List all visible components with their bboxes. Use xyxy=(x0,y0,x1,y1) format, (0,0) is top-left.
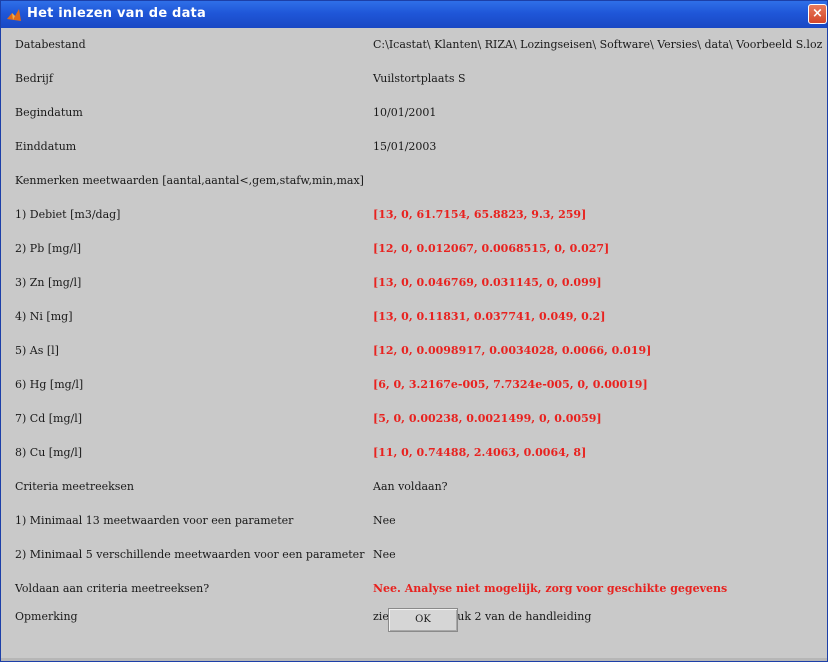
row-value: Aan voldaan? xyxy=(373,480,448,493)
row-kenmerken-header: Kenmerken meetwaarden [aantal,aantal<,ge… xyxy=(1,164,827,198)
row-value: Vuilstortplaats S xyxy=(373,72,466,85)
row-pb: 2) Pb [mg/l] [12, 0, 0.012067, 0.0068515… xyxy=(1,232,827,266)
row-label: 6) Hg [mg/l] xyxy=(15,378,84,391)
ok-button[interactable]: OK xyxy=(388,608,458,632)
title-bar[interactable]: Het inlezen van de data × xyxy=(1,1,827,28)
row-criterium-2: 2) Minimaal 5 verschillende meetwaarden … xyxy=(1,538,827,572)
row-bedrijf: Bedrijf Vuilstortplaats S xyxy=(1,62,827,96)
dialog-bottom-edge xyxy=(1,658,827,661)
row-label: Databestand xyxy=(15,38,86,51)
row-value: Nee xyxy=(373,514,396,527)
row-label: 7) Cd [mg/l] xyxy=(15,412,83,425)
row-criterium-1: 1) Minimaal 13 meetwaarden voor een para… xyxy=(1,504,827,538)
row-label: Begindatum xyxy=(15,106,83,119)
row-label: 1) Debiet [m3/dag] xyxy=(15,208,121,221)
row-label: 2) Minimaal 5 verschillende meetwaarden … xyxy=(15,548,365,561)
row-value: [13, 0, 0.046769, 0.031145, 0, 0.099] xyxy=(373,276,602,289)
row-label: Bedrijf xyxy=(15,72,53,85)
row-as: 5) As [l] [12, 0, 0.0098917, 0.0034028, … xyxy=(1,334,827,368)
row-value: 10/01/2001 xyxy=(373,106,437,119)
row-cd: 7) Cd [mg/l] [5, 0, 0.00238, 0.0021499, … xyxy=(1,402,827,436)
row-criteria-header: Criteria meetreeksen Aan voldaan? xyxy=(1,470,827,504)
close-button[interactable]: × xyxy=(808,4,827,24)
row-value: [11, 0, 0.74488, 2.4063, 0.0064, 8] xyxy=(373,446,587,459)
row-value: Nee xyxy=(373,548,396,561)
row-label: Opmerking xyxy=(15,610,78,623)
row-label: Criteria meetreeksen xyxy=(15,480,135,493)
row-begindatum: Begindatum 10/01/2001 xyxy=(1,96,827,130)
row-cu: 8) Cu [mg/l] [11, 0, 0.74488, 2.4063, 0.… xyxy=(1,436,827,470)
row-value: [5, 0, 0.00238, 0.0021499, 0, 0.0059] xyxy=(373,412,602,425)
row-label: 5) As [l] xyxy=(15,344,59,357)
row-einddatum: Einddatum 15/01/2003 xyxy=(1,130,827,164)
row-label: 1) Minimaal 13 meetwaarden voor een para… xyxy=(15,514,294,527)
window-title: Het inlezen van de data xyxy=(27,6,206,21)
dialog-content: Databestand C:\Icastat\ Klanten\ RIZA\ L… xyxy=(1,28,827,661)
row-zn: 3) Zn [mg/l] [13, 0, 0.046769, 0.031145,… xyxy=(1,266,827,300)
row-value: [12, 0, 0.012067, 0.0068515, 0, 0.027] xyxy=(373,242,610,255)
row-value: 15/01/2003 xyxy=(373,140,437,153)
row-label: Einddatum xyxy=(15,140,77,153)
row-label: Kenmerken meetwaarden [aantal,aantal<,ge… xyxy=(15,174,364,187)
row-value: [13, 0, 0.11831, 0.037741, 0.049, 0.2] xyxy=(373,310,606,323)
row-hg: 6) Hg [mg/l] [6, 0, 3.2167e-005, 7.7324e… xyxy=(1,368,827,402)
row-databestand: Databestand C:\Icastat\ Klanten\ RIZA\ L… xyxy=(1,28,827,62)
row-label: 4) Ni [mg] xyxy=(15,310,73,323)
row-value: [12, 0, 0.0098917, 0.0034028, 0.0066, 0.… xyxy=(373,344,652,357)
row-ni: 4) Ni [mg] [13, 0, 0.11831, 0.037741, 0.… xyxy=(1,300,827,334)
row-value: C:\Icastat\ Klanten\ RIZA\ Lozingseisen\… xyxy=(373,38,823,51)
row-label: 8) Cu [mg/l] xyxy=(15,446,83,459)
matlab-icon xyxy=(7,9,21,21)
row-debiet: 1) Debiet [m3/dag] [13, 0, 61.7154, 65.8… xyxy=(1,198,827,232)
dialog-window: Het inlezen van de data × Databestand C:… xyxy=(0,0,828,662)
row-value: [6, 0, 3.2167e-005, 7.7324e-005, 0, 0.00… xyxy=(373,378,648,391)
row-label: 2) Pb [mg/l] xyxy=(15,242,82,255)
row-value: [13, 0, 61.7154, 65.8823, 9.3, 259] xyxy=(373,208,587,221)
row-label: 3) Zn [mg/l] xyxy=(15,276,82,289)
